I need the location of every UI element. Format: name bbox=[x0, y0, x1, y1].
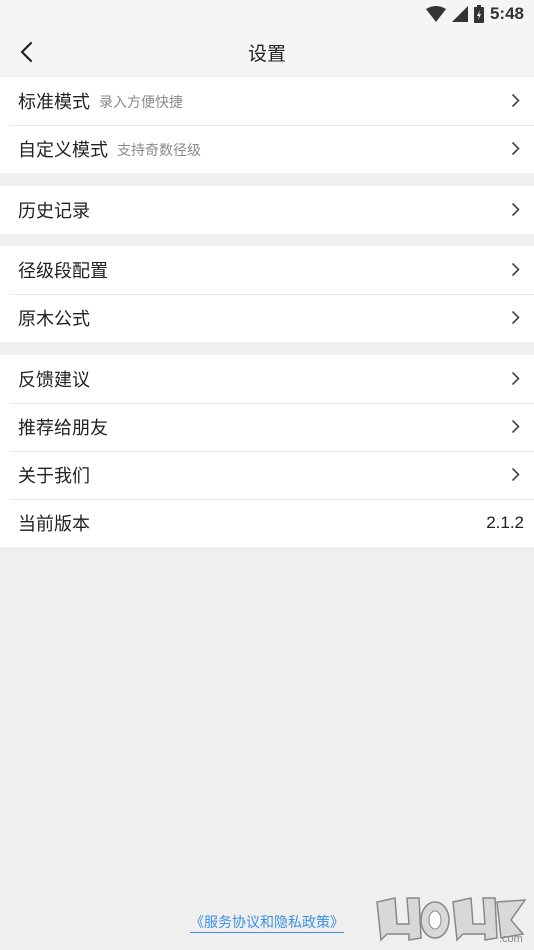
menu-item-label: 原木公式 bbox=[18, 309, 90, 330]
status-time: 5:48 bbox=[489, 4, 524, 23]
settings-group-modes: 标准模式 录入方便快捷 自定义模式 支持奇数径级 bbox=[0, 77, 534, 173]
menu-item-description: 支持奇数径级 bbox=[117, 143, 201, 159]
menu-item-description: 录入方便快捷 bbox=[99, 95, 183, 111]
menu-item-label: 历史记录 bbox=[18, 201, 90, 222]
menu-item-label: 标准模式 bbox=[18, 92, 90, 113]
settings-group-config: 径级段配置 原木公式 bbox=[0, 246, 534, 342]
watermark-logo: .com bbox=[376, 897, 527, 944]
menu-item-custom-mode[interactable]: 自定义模式 支持奇数径级 bbox=[0, 125, 534, 173]
menu-item-history[interactable]: 历史记录 bbox=[0, 186, 534, 234]
menu-item-label: 推荐给朋友 bbox=[18, 418, 108, 439]
app-bar: 设置 bbox=[0, 28, 534, 76]
menu-item-label: 径级段配置 bbox=[18, 261, 108, 282]
back-arrow-icon bbox=[20, 41, 33, 63]
chevron-right-icon bbox=[511, 93, 520, 108]
menu-item-about-us[interactable]: 关于我们 bbox=[0, 451, 534, 499]
menu-item-diameter-config[interactable]: 径级段配置 bbox=[0, 246, 534, 294]
menu-item-standard-mode[interactable]: 标准模式 录入方便快捷 bbox=[0, 77, 534, 125]
chevron-right-icon bbox=[511, 419, 520, 434]
menu-item-label: 自定义模式 bbox=[18, 140, 108, 161]
settings-group-about: 反馈建议 推荐给朋友 关于我们 当前版本 2.1.2 bbox=[0, 355, 534, 547]
chevron-right-icon bbox=[511, 371, 520, 386]
policy-link[interactable]: 《服务协议和隐私政策》 bbox=[190, 915, 344, 933]
version-value: 2.1.2 bbox=[486, 513, 524, 532]
menu-item-label: 关于我们 bbox=[18, 466, 90, 487]
menu-item-recommend[interactable]: 推荐给朋友 bbox=[0, 403, 534, 451]
chevron-right-icon bbox=[511, 262, 520, 277]
menu-item-current-version: 当前版本 2.1.2 bbox=[0, 499, 534, 547]
cellular-signal-icon bbox=[451, 6, 468, 22]
chevron-right-icon bbox=[511, 141, 520, 156]
menu-item-label: 反馈建议 bbox=[18, 370, 90, 391]
chevron-right-icon bbox=[511, 202, 520, 217]
chevron-right-icon bbox=[511, 467, 520, 482]
chevron-right-icon bbox=[511, 310, 520, 325]
menu-item-log-formula[interactable]: 原木公式 bbox=[0, 294, 534, 342]
back-button[interactable] bbox=[12, 38, 40, 66]
menu-item-feedback[interactable]: 反馈建议 bbox=[0, 355, 534, 403]
page-title: 设置 bbox=[247, 42, 286, 65]
settings-group-history: 历史记录 bbox=[0, 186, 534, 234]
battery-icon bbox=[473, 5, 484, 23]
svg-text:.com: .com bbox=[499, 933, 523, 944]
menu-item-label: 当前版本 bbox=[18, 514, 90, 535]
status-bar: 5:48 bbox=[0, 0, 534, 28]
wifi-icon bbox=[425, 6, 446, 22]
